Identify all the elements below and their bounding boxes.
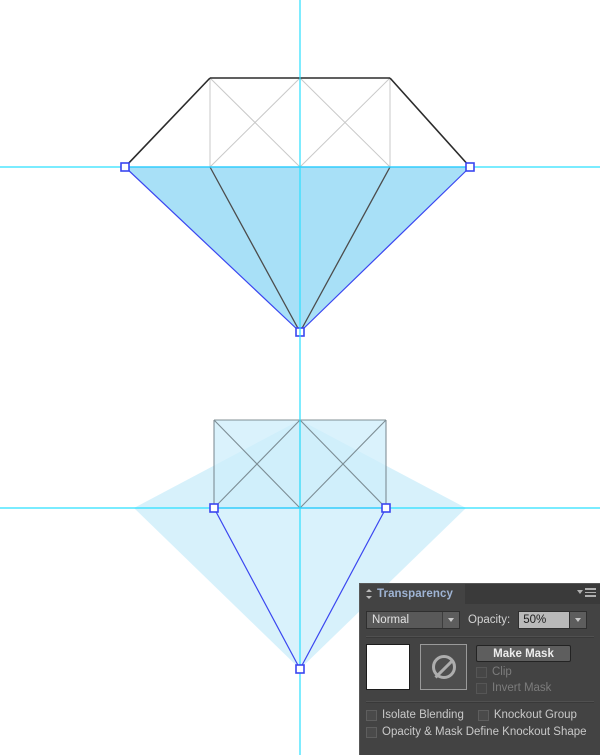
panel-divider-bottom (366, 701, 594, 703)
knockout-group-label: Knockout Group (493, 709, 577, 721)
knockout-group-row[interactable]: Knockout Group (477, 709, 577, 721)
no-mask-icon (431, 655, 456, 679)
invert-mask-checkbox (476, 682, 487, 694)
panel-body: Normal Opacity: 50% Make Mask Clip Inver… (360, 604, 600, 738)
blend-mode-value: Normal (372, 614, 410, 626)
transparency-panel[interactable]: Transparency Normal Opacity: 50% Make Ma… (359, 583, 600, 755)
opacity-input[interactable]: 50% (518, 611, 571, 629)
invert-mask-checkbox-row[interactable]: Invert Mask (476, 682, 571, 694)
bottom-options-row-1: Isolate Blending Knockout Group (366, 709, 594, 721)
opacity-value: 50% (523, 614, 547, 626)
invert-mask-label: Invert Mask (492, 682, 552, 694)
clip-checkbox (476, 666, 487, 678)
opacity-mask-knockout-checkbox[interactable] (366, 726, 377, 738)
top-diamond-group (124, 77, 471, 333)
panel-header[interactable]: Transparency (360, 584, 600, 604)
top-diamond-pavilion-fill (125, 167, 470, 332)
bottom-options: Isolate Blending Knockout Group Opacity … (366, 709, 594, 738)
blend-opacity-row: Normal Opacity: 50% (366, 610, 594, 630)
artwork-thumbnail[interactable] (366, 644, 410, 690)
chevron-down-icon[interactable] (442, 612, 459, 628)
panel-tab-transparency[interactable]: Transparency (360, 584, 465, 604)
isolate-blending-checkbox[interactable] (366, 709, 377, 721)
knockout-group-checkbox[interactable] (477, 709, 489, 721)
opacity-label: Opacity: (468, 614, 511, 626)
hamburger-icon (585, 588, 596, 597)
top-diamond-crown-outline (124, 77, 471, 168)
clip-checkbox-row[interactable]: Clip (476, 666, 571, 678)
mask-controls: Make Mask Clip Invert Mask (476, 644, 571, 694)
opacity-mask-knockout-row[interactable]: Opacity & Mask Define Knockout Shape (366, 726, 594, 738)
clip-label: Clip (492, 666, 512, 678)
panel-menu-icon[interactable] (577, 588, 596, 597)
thumbnail-group (366, 644, 467, 694)
double-chevron-icon[interactable] (365, 588, 374, 600)
opacity-dropdown-button[interactable] (570, 611, 588, 629)
chevron-down-icon (577, 590, 583, 595)
isolate-blending-row[interactable]: Isolate Blending (366, 709, 464, 721)
blend-mode-select[interactable]: Normal (366, 611, 460, 629)
isolate-blending-label: Isolate Blending (382, 709, 464, 721)
panel-divider-top (366, 636, 594, 638)
make-mask-button[interactable]: Make Mask (476, 645, 571, 662)
panel-title: Transparency (377, 588, 453, 600)
mask-row: Make Mask Clip Invert Mask (366, 644, 594, 694)
opacity-mask-knockout-label: Opacity & Mask Define Knockout Shape (382, 726, 587, 738)
mask-thumbnail[interactable] (420, 644, 467, 690)
